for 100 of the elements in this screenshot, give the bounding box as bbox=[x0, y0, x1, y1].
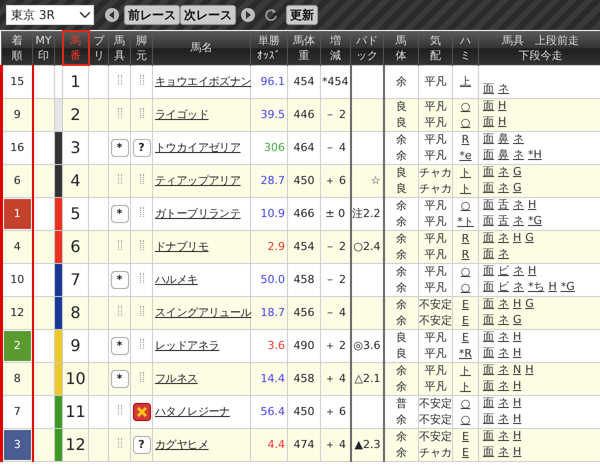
bit-link[interactable]: R bbox=[462, 248, 470, 262]
gear-tag[interactable]: 面 bbox=[483, 428, 494, 442]
gear-marker[interactable]: * bbox=[110, 370, 128, 388]
gear-tag[interactable]: G bbox=[513, 164, 522, 178]
gear-tag[interactable]: 面 bbox=[483, 230, 494, 244]
gear-tag[interactable]: ネ bbox=[498, 296, 509, 310]
gear-tag[interactable]: 面 bbox=[483, 280, 494, 294]
horse-name-link[interactable]: フルネス bbox=[155, 372, 198, 384]
bit-link[interactable]: E bbox=[462, 314, 469, 328]
gear-marker[interactable]: * bbox=[110, 138, 128, 156]
gear-tag[interactable]: 面 bbox=[483, 148, 494, 162]
column-header[interactable]: 馬名 bbox=[152, 31, 250, 65]
column-header[interactable]: MY 印 bbox=[32, 31, 54, 65]
bit-link[interactable]: *R bbox=[458, 346, 472, 360]
bit-link[interactable]: ト bbox=[460, 182, 471, 196]
gear-tag[interactable]: 面 bbox=[483, 198, 494, 212]
bit-link[interactable]: E bbox=[462, 330, 469, 344]
legs-marker[interactable]: ? bbox=[132, 138, 150, 156]
gear-tag[interactable]: 面 bbox=[483, 330, 494, 344]
column-header[interactable]: 馬体 重 bbox=[288, 31, 320, 65]
gear-marker[interactable]: * bbox=[110, 336, 128, 354]
gear-tag[interactable]: H bbox=[528, 198, 536, 212]
bit-link[interactable]: E bbox=[462, 446, 469, 460]
column-header[interactable]: 馬 体 bbox=[384, 31, 418, 65]
gear-tag[interactable]: H bbox=[513, 428, 522, 442]
gear-tag[interactable]: ビ bbox=[498, 280, 509, 294]
column-header[interactable]: 増 減 bbox=[320, 31, 350, 65]
bit-link[interactable]: E bbox=[462, 430, 469, 444]
gear-tag[interactable]: ネ bbox=[513, 280, 524, 294]
arrow-right-icon[interactable] bbox=[240, 7, 256, 23]
gear-tag[interactable]: ネ bbox=[498, 312, 509, 326]
gear-tag[interactable]: ネ bbox=[498, 412, 509, 426]
gear-tag[interactable]: *H bbox=[528, 148, 542, 162]
gear-tag[interactable]: 面 bbox=[483, 444, 494, 458]
gear-tag[interactable]: H bbox=[498, 114, 506, 128]
next-race-button[interactable]: 次レース bbox=[180, 5, 236, 25]
bit-link[interactable]: R bbox=[462, 232, 470, 246]
bit-link[interactable]: ト bbox=[460, 380, 471, 394]
gear-tag[interactable]: G bbox=[525, 296, 534, 310]
column-header[interactable]: ブ リ bbox=[88, 31, 108, 65]
gear-tag[interactable]: ネ bbox=[498, 180, 509, 194]
gear-tag[interactable]: *ち bbox=[528, 280, 544, 294]
column-header[interactable]: 単勝 ｵｯｽﾞ bbox=[250, 31, 288, 65]
race-select[interactable]: 東京 3R bbox=[6, 5, 94, 25]
gear-tag[interactable]: 面 bbox=[483, 362, 494, 376]
gear-tag[interactable]: H bbox=[513, 330, 522, 344]
gear-tag[interactable]: ネ bbox=[498, 396, 509, 410]
bit-link[interactable]: ○ bbox=[460, 412, 470, 426]
gear-tag[interactable]: ネ bbox=[498, 346, 509, 360]
gear-tag[interactable]: ネ bbox=[498, 330, 509, 344]
gear-tag[interactable]: *G bbox=[528, 214, 542, 228]
gear-tag[interactable]: ビ bbox=[498, 264, 509, 278]
bit-link[interactable]: *ト bbox=[457, 214, 474, 228]
gear-tag[interactable]: 面 bbox=[483, 132, 494, 146]
bit-link[interactable]: ト bbox=[460, 364, 471, 378]
cross-icon[interactable] bbox=[132, 402, 150, 420]
gear-tag[interactable]: ネ bbox=[513, 198, 524, 212]
bit-link[interactable]: ○ bbox=[460, 280, 470, 294]
gear-tag[interactable]: H bbox=[513, 346, 522, 360]
horse-name-link[interactable]: ハルメキ bbox=[155, 272, 198, 286]
gear-tag[interactable]: 面 bbox=[483, 412, 494, 426]
gear-tag[interactable]: 舌 bbox=[498, 198, 509, 212]
gear-tag[interactable]: H bbox=[513, 444, 522, 458]
gear-marker[interactable]: * bbox=[110, 204, 128, 222]
gear-tag[interactable]: ネ bbox=[513, 214, 524, 228]
gear-tag[interactable]: ネ bbox=[498, 444, 509, 458]
refresh-icon[interactable] bbox=[264, 8, 278, 22]
gear-tag[interactable]: H bbox=[548, 280, 557, 294]
gear-tag[interactable]: ネ bbox=[498, 82, 509, 96]
bit-link[interactable]: ○ bbox=[460, 100, 470, 114]
gear-tag[interactable]: ネ bbox=[498, 378, 509, 392]
legs-marker[interactable]: ? bbox=[132, 436, 150, 454]
gear-tag[interactable]: H bbox=[513, 396, 522, 410]
gear-tag[interactable]: N bbox=[513, 362, 522, 376]
bit-link[interactable]: ○ bbox=[460, 396, 470, 410]
gear-tag[interactable]: 面 bbox=[483, 346, 494, 360]
gear-tag[interactable]: 面 bbox=[483, 264, 494, 278]
gear-tag[interactable]: H bbox=[525, 362, 534, 376]
prev-race-button[interactable]: 前レース bbox=[124, 5, 180, 25]
gear-tag[interactable]: H bbox=[513, 378, 522, 392]
update-button[interactable]: 更新 bbox=[286, 5, 318, 25]
column-header[interactable]: ハ ミ bbox=[452, 31, 478, 65]
column-header[interactable]: パド ック bbox=[350, 31, 384, 65]
bit-link[interactable]: R bbox=[462, 132, 470, 146]
gear-tag[interactable]: H bbox=[513, 412, 522, 426]
bit-link[interactable]: ○ bbox=[460, 198, 470, 212]
column-header[interactable]: 馬 具 bbox=[108, 31, 130, 65]
gear-tag[interactable]: G bbox=[525, 230, 534, 244]
column-header[interactable]: 馬具 上段前走 下段今走 bbox=[478, 31, 600, 65]
gear-tag[interactable]: *G bbox=[560, 280, 575, 294]
gear-tag[interactable]: ネ bbox=[498, 428, 509, 442]
gear-tag[interactable]: 面 bbox=[483, 180, 494, 194]
gear-tag[interactable]: ネ bbox=[513, 264, 524, 278]
gear-tag[interactable]: 面 bbox=[483, 164, 494, 178]
bit-link[interactable]: ○ bbox=[460, 116, 470, 130]
bit-link[interactable]: ○ bbox=[460, 264, 470, 278]
gear-tag[interactable]: 面 bbox=[483, 82, 494, 96]
gear-tag[interactable]: 面 bbox=[483, 296, 494, 310]
gear-tag[interactable]: ネ bbox=[513, 132, 524, 146]
gear-tag[interactable]: H bbox=[513, 230, 522, 244]
